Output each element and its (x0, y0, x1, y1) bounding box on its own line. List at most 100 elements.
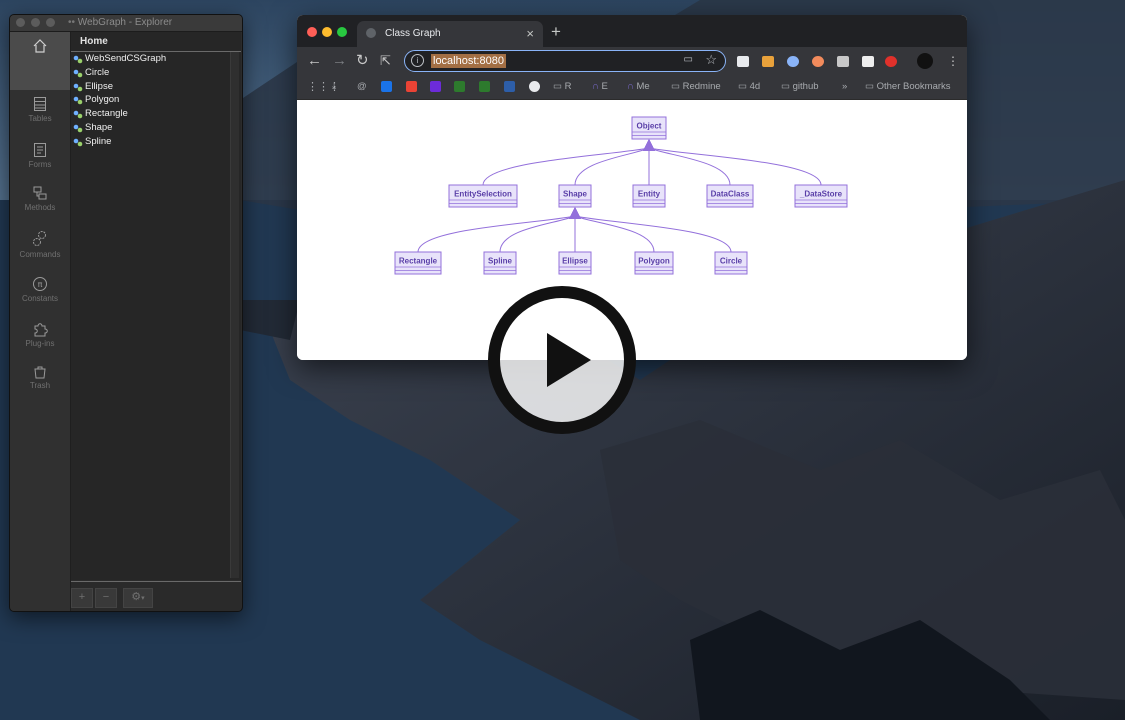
sidebar-item-methods[interactable]: Methods (10, 185, 70, 212)
list-item[interactable]: Ellipse (71, 80, 166, 94)
folder-icon: ▭ (671, 81, 680, 92)
list-item[interactable]: Polygon (71, 93, 166, 107)
close-tab-button[interactable]: × (526, 26, 534, 41)
class-icon (73, 124, 83, 133)
bookmark-github[interactable]: ▭ github (781, 81, 819, 93)
sidebar-item-trash[interactable]: Trash (10, 365, 70, 390)
close-window-button[interactable] (307, 27, 317, 37)
sidebar-item-plugins[interactable]: Plug-ins (10, 321, 70, 348)
address-bar[interactable]: i localhost:8080 ▭ ☆ (404, 50, 726, 72)
class-icon (73, 83, 83, 91)
reload-icon[interactable]: ↻ (356, 51, 369, 71)
class-node-circle: Circle (714, 251, 748, 275)
list-item[interactable]: WebSendCSGraph (71, 52, 166, 66)
options-menu-button[interactable]: ⚙▾ (123, 588, 153, 608)
class-node-entity: Entity (632, 184, 666, 208)
vertical-scrollbar[interactable] (230, 52, 239, 578)
list-item[interactable]: Circle (71, 66, 166, 80)
outlook-icon[interactable] (381, 81, 392, 92)
back-arrow-icon[interactable]: ← (307, 51, 322, 71)
inheritance-edge (574, 147, 650, 186)
new-tab-button[interactable]: + (551, 21, 561, 43)
other-bookmarks[interactable]: ▭ Other Bookmarks (865, 81, 951, 93)
arc-icon: ∩ (627, 81, 634, 92)
tables-icon (34, 97, 46, 111)
cast-icon[interactable]: ▭ (684, 54, 693, 65)
class-icon (73, 110, 83, 119)
class-node-spline: Spline (483, 251, 517, 275)
bookmark-me[interactable]: ∩ Me (627, 81, 650, 93)
class-node-label: Object (637, 122, 662, 131)
class-node-label: Entity (638, 190, 661, 199)
download-icon[interactable]: ⤓ (332, 81, 336, 93)
tab-strip: Class Graph × + (297, 15, 967, 47)
globe-icon (366, 28, 376, 38)
remove-button[interactable]: − (95, 588, 117, 608)
list-item[interactable]: Spline (71, 135, 166, 149)
sidebar-item-constants[interactable]: π Constants (10, 276, 70, 303)
class-node-label: EntitySelection (454, 190, 512, 199)
bookmark-4d[interactable]: ▭ 4d (738, 81, 760, 93)
bookmark-redmine[interactable]: ▭ Redmine (671, 81, 721, 93)
bookmark-e[interactable]: ∩ E (592, 81, 608, 93)
arrowhead (643, 139, 655, 151)
sidebar-item-commands[interactable]: Commands (10, 230, 70, 259)
arc-icon: ∩ (592, 81, 599, 92)
class-icon (73, 97, 83, 105)
info-icon[interactable]: i (411, 54, 424, 67)
bookmark-r[interactable]: ▭ R (553, 81, 572, 93)
list-item[interactable]: Shape (71, 121, 166, 135)
class-node-label: DataClass (711, 190, 750, 199)
class-node-label: Ellipse (562, 257, 588, 266)
tab-class-graph[interactable]: Class Graph × (357, 21, 543, 47)
sidebar-item-tables[interactable]: Tables (10, 96, 70, 123)
gmail-icon[interactable] (406, 81, 417, 92)
minimize-window-button[interactable] (322, 27, 332, 37)
extension-icon[interactable] (787, 56, 799, 67)
class-node-shape: Shape (558, 184, 592, 208)
forms-icon (34, 143, 46, 157)
github-icon[interactable] (529, 81, 540, 92)
extension-icon[interactable] (737, 56, 749, 67)
extension-icon[interactable] (862, 56, 874, 67)
trash-icon (34, 366, 46, 379)
zoom-window-button[interactable] (337, 27, 347, 37)
list-item[interactable]: Rectangle (71, 107, 166, 121)
class-node-label: Circle (720, 257, 743, 266)
mail-icon[interactable] (430, 81, 441, 92)
url-text[interactable]: localhost:8080 (431, 54, 506, 68)
profile-avatar[interactable] (917, 53, 933, 69)
forward-arrow-icon[interactable]: → (332, 51, 347, 71)
at-icon[interactable]: @ (357, 81, 367, 93)
explorer-titlebar: •• WebGraph - Explorer (10, 15, 242, 32)
adblock-icon[interactable] (885, 56, 897, 67)
4d-icon[interactable] (504, 81, 515, 92)
extension-icon[interactable] (837, 56, 849, 67)
extension-icon[interactable] (812, 56, 824, 67)
star-icon[interactable]: ☆ (705, 52, 717, 68)
class-node-object: Object (631, 116, 667, 140)
zoom-window-button[interactable] (46, 18, 55, 27)
extension-icon[interactable] (762, 56, 774, 67)
class-node-polygon: Polygon (634, 251, 674, 275)
teamcity-icon[interactable] (479, 81, 490, 92)
add-button[interactable]: + (71, 588, 93, 608)
menu-kebab-icon[interactable]: ⋮ (947, 51, 959, 71)
play-icon[interactable] (487, 285, 637, 435)
sidebar-item-home[interactable] (10, 32, 70, 90)
close-window-button[interactable] (16, 18, 25, 27)
teamcity-icon[interactable] (454, 81, 465, 92)
explorer-bottom-bar: + − ⚙▾ (71, 581, 241, 611)
sidebar-item-forms[interactable]: Forms (10, 142, 70, 169)
bookmarks-overflow-button[interactable]: » (842, 81, 847, 93)
class-node-dataclass: DataClass (706, 184, 754, 208)
commands-icon (33, 231, 46, 246)
methods-icon (33, 186, 47, 200)
folder-icon: ▭ (865, 81, 874, 92)
chevron-down-icon: ▾ (141, 595, 145, 602)
minimize-window-button[interactable] (31, 18, 40, 27)
explorer-content: Home WebSendCSGraph Circle Ellipse Polyg… (71, 32, 241, 580)
inheritance-edge (417, 215, 576, 253)
bookmarks-bar: ⋮⋮⋮ ⤓ @ ▭ R ∩ E ∩ Me ▭ Redmine ▭ 4d ▭ gi… (297, 75, 967, 100)
explorer-window: •• WebGraph - Explorer Tables Forms Meth… (9, 14, 243, 612)
